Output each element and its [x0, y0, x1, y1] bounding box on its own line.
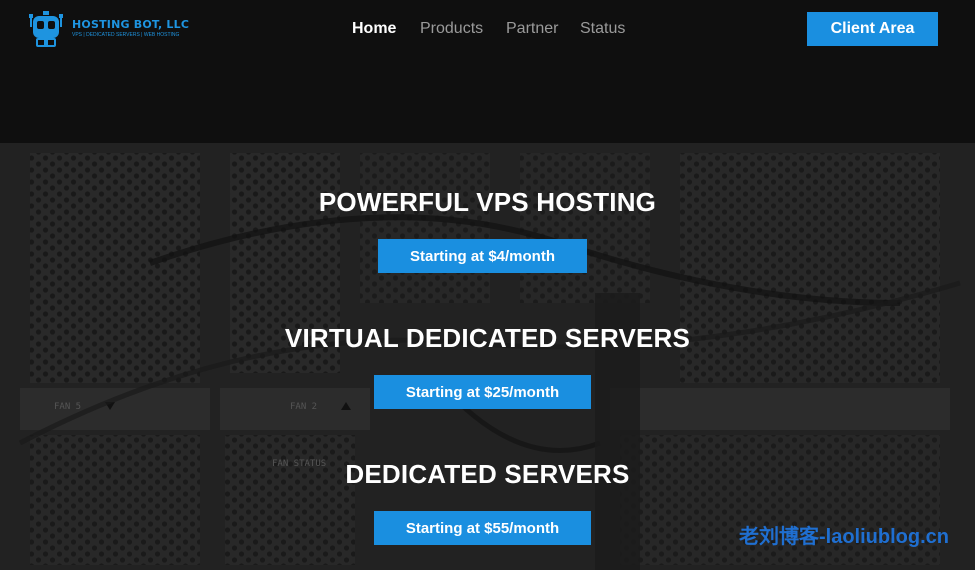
nav-status[interactable]: Status [580, 20, 625, 38]
nav-products[interactable]: Products [420, 20, 483, 38]
nav-home[interactable]: Home [352, 20, 396, 38]
vps-pricing-button[interactable]: Starting at $4/month [378, 239, 587, 273]
hero-section: FAN 5 FAN 2 FAN STATUS POWERFUL VPS HOST… [0, 143, 975, 570]
fan-2-label: FAN 2 [290, 402, 317, 412]
dedicated-pricing-button[interactable]: Starting at $55/month [374, 511, 591, 545]
offer-title-dedicated: DEDICATED SERVERS [345, 459, 630, 489]
watermark-text: 老刘博客-laoliublog.cn [739, 526, 949, 548]
offer-title-vds: VIRTUAL DEDICATED SERVERS [284, 323, 691, 353]
brand-tagline: VPS | DEDICATED SERVERS | WEB HOSTING [72, 32, 180, 38]
nav-partner[interactable]: Partner [506, 20, 558, 38]
site-header: HOSTING BOT, LLC VPS | DEDICATED SERVERS… [0, 0, 975, 143]
client-area-button[interactable]: Client Area [807, 12, 938, 46]
brand-name: HOSTING BOT, LLC [72, 18, 190, 31]
fan-5-label: FAN 5 [54, 402, 81, 412]
vds-pricing-button[interactable]: Starting at $25/month [374, 375, 591, 409]
robot-logo-icon [29, 11, 63, 47]
brand-logo[interactable]: HOSTING BOT, LLC VPS | DEDICATED SERVERS… [26, 10, 189, 50]
offer-title-vps: POWERFUL VPS HOSTING [318, 187, 657, 217]
